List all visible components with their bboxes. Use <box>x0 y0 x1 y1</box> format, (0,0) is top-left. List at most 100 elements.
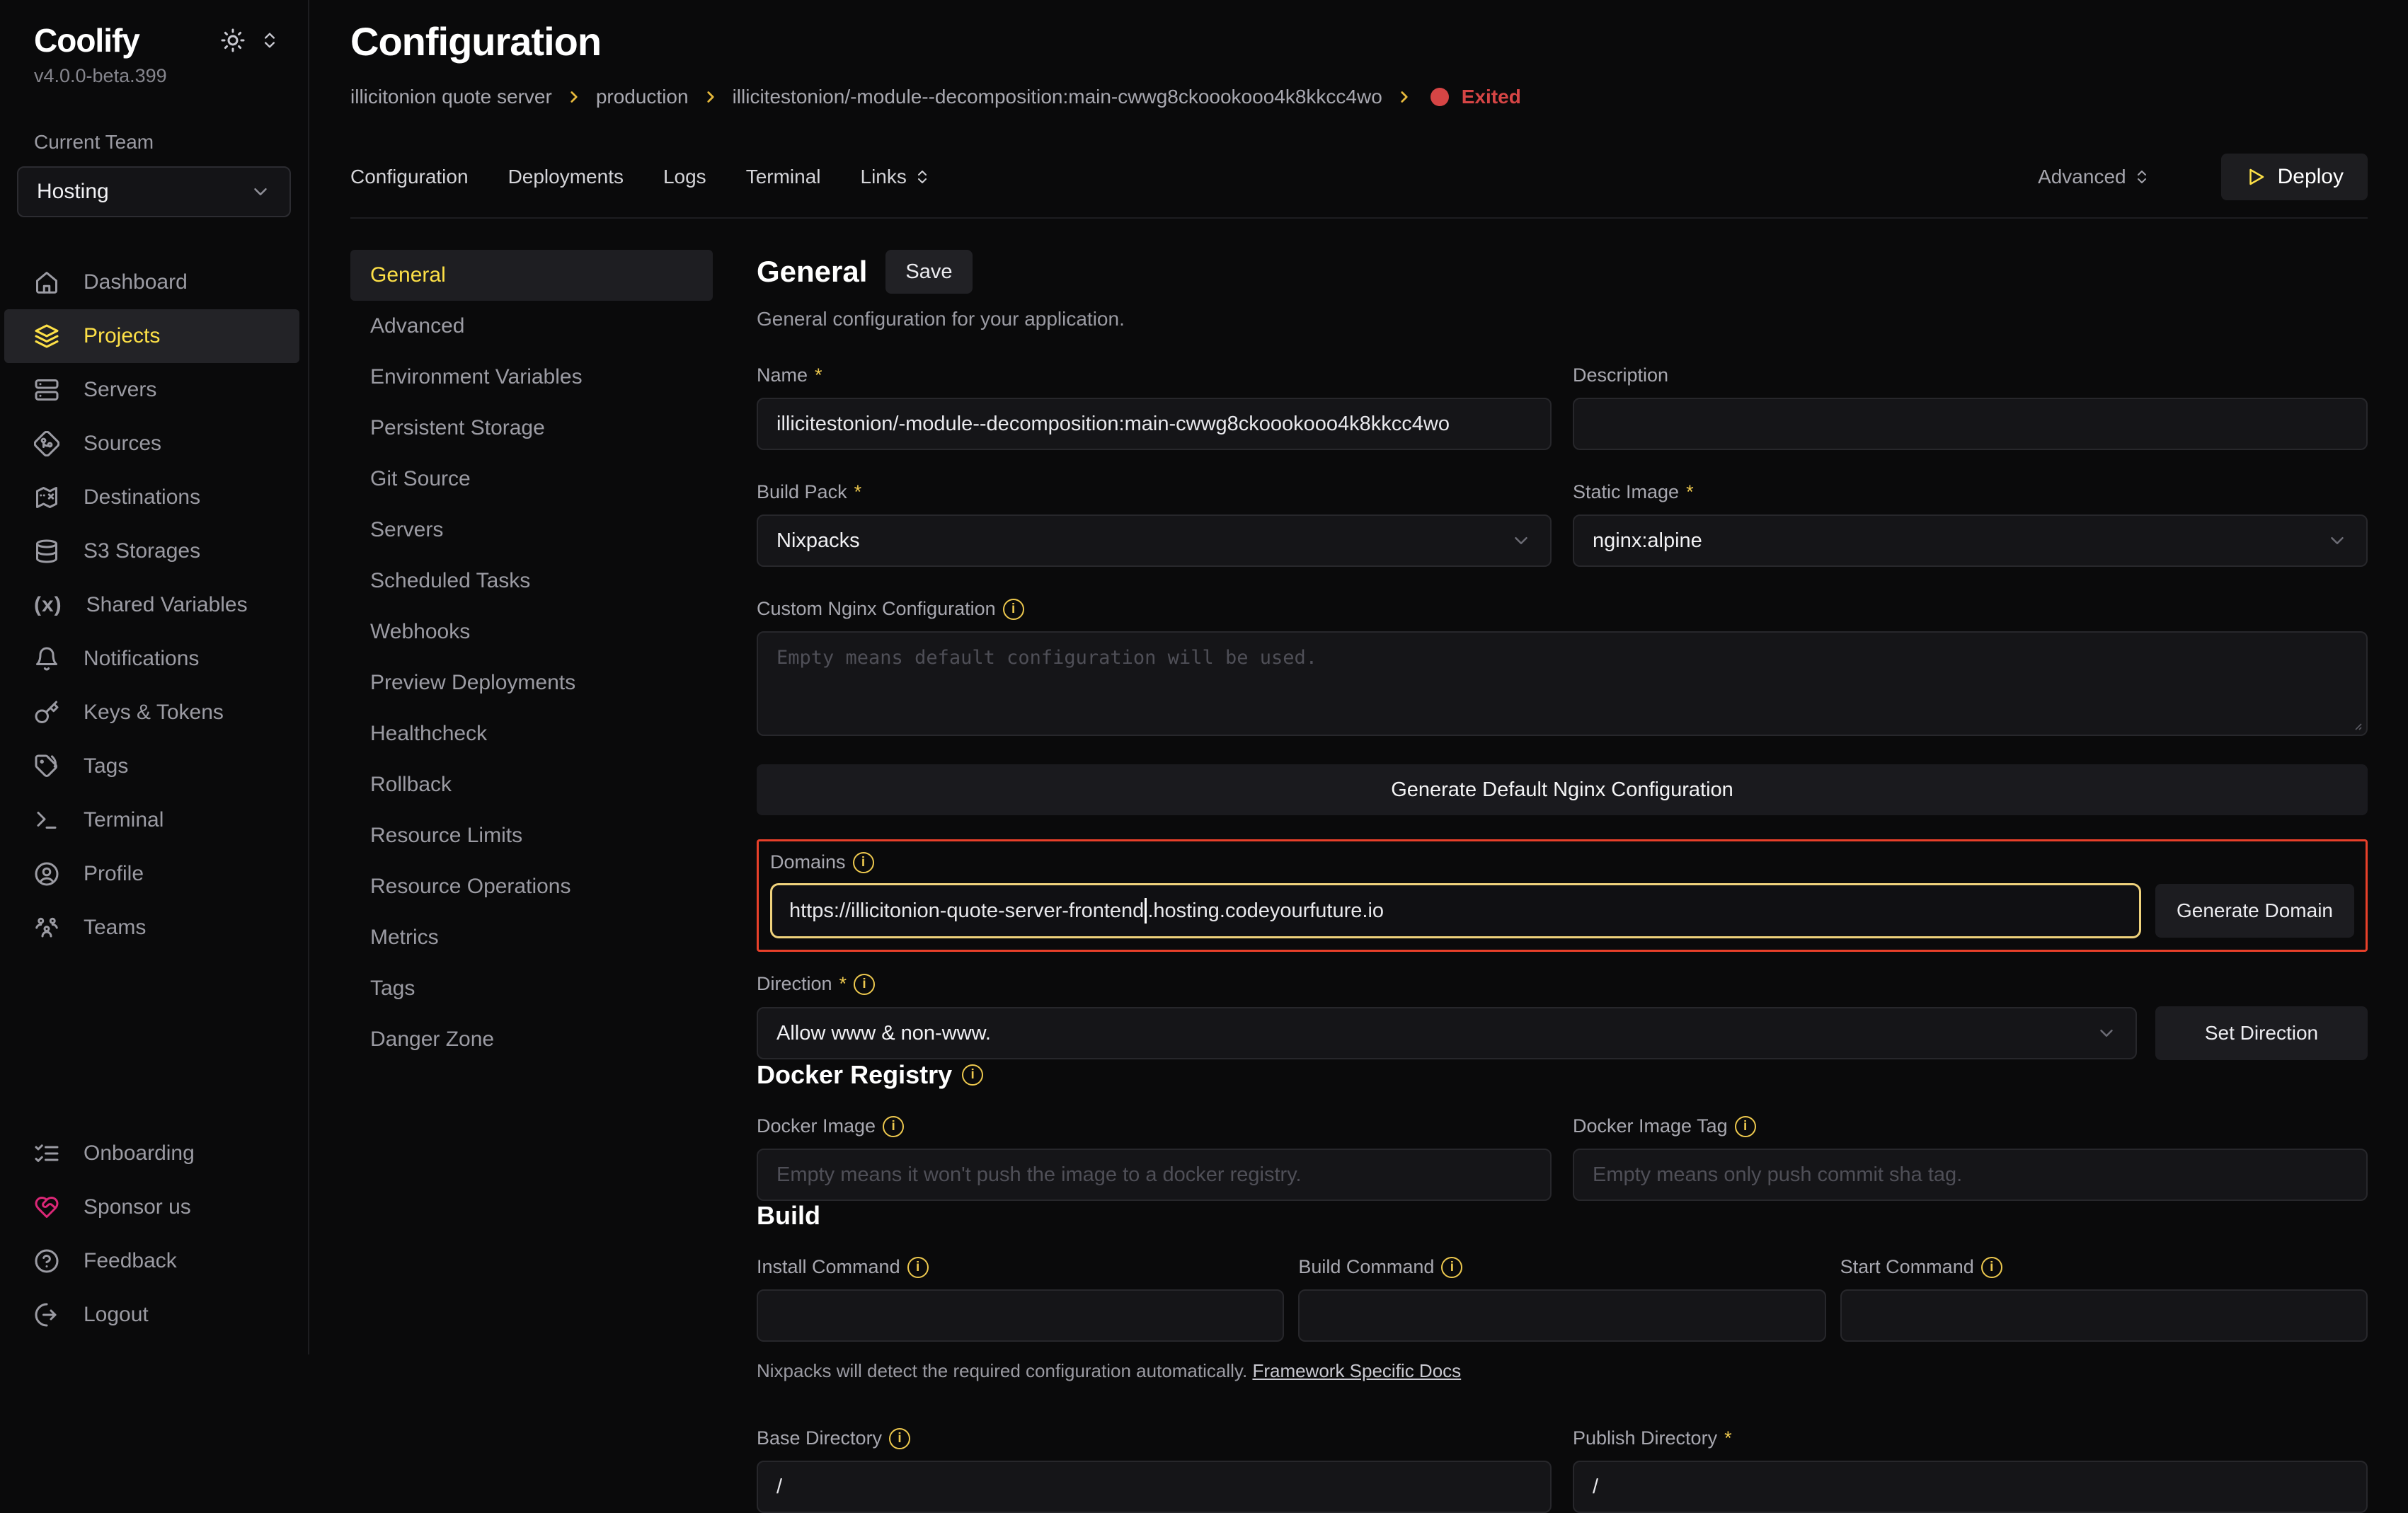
parentheses-x-icon: (x) <box>34 593 62 617</box>
sidebar-item-dashboard[interactable]: Dashboard <box>0 255 308 309</box>
user-circle-icon <box>34 861 59 887</box>
sidebar-item-destinations[interactable]: Destinations <box>0 471 308 524</box>
build-pack-select[interactable]: Nixpacks <box>757 514 1552 567</box>
subnav-webhooks[interactable]: Webhooks <box>350 606 713 657</box>
subnav-environment-variables[interactable]: Environment Variables <box>350 352 713 403</box>
section-subtitle: General configuration for your applicati… <box>757 308 2368 330</box>
tab-terminal[interactable]: Terminal <box>746 166 821 188</box>
subnav-servers[interactable]: Servers <box>350 505 713 556</box>
info-icon[interactable]: i <box>889 1428 910 1449</box>
info-icon[interactable]: i <box>853 852 874 873</box>
tab-configuration[interactable]: Configuration <box>350 166 469 188</box>
terminal-icon <box>34 807 59 833</box>
sidebar-item-shared-variables[interactable]: (x) Shared Variables <box>0 578 308 632</box>
subnav-resource-limits[interactable]: Resource Limits <box>350 810 713 861</box>
main-content: Configuration illicitonion quote server … <box>309 0 2408 1354</box>
subnav-git-source[interactable]: Git Source <box>350 454 713 505</box>
sidebar-item-notifications[interactable]: Notifications <box>0 632 308 686</box>
subnav-persistent-storage[interactable]: Persistent Storage <box>350 403 713 454</box>
text-caret <box>1145 898 1147 924</box>
sidebar-item-onboarding[interactable]: Onboarding <box>0 1127 308 1180</box>
chevron-right-icon <box>1395 88 1414 106</box>
breadcrumb-application[interactable]: illicitestonion/-module--decomposition:m… <box>733 86 1382 108</box>
docker-image-tag-input[interactable] <box>1573 1149 2368 1201</box>
info-icon[interactable]: i <box>883 1116 904 1137</box>
subnav-tags[interactable]: Tags <box>350 963 713 1014</box>
sidebar: Coolify v4.0.0-beta.399 Current Team Hos… <box>0 0 309 1354</box>
resize-handle-icon[interactable] <box>2351 719 2362 730</box>
subnav-healthcheck[interactable]: Healthcheck <box>350 708 713 759</box>
subnav-metrics[interactable]: Metrics <box>350 912 713 963</box>
sidebar-item-label: Sponsor us <box>84 1195 191 1219</box>
name-input[interactable] <box>757 398 1552 450</box>
generate-nginx-button[interactable]: Generate Default Nginx Configuration <box>757 764 2368 815</box>
theme-toggle-button[interactable] <box>220 28 246 53</box>
save-button[interactable]: Save <box>885 250 972 294</box>
info-icon[interactable]: i <box>907 1257 929 1278</box>
deploy-button[interactable]: Deploy <box>2221 154 2368 200</box>
info-icon[interactable]: i <box>1981 1257 2002 1278</box>
tab-links[interactable]: Links <box>861 166 931 188</box>
description-input[interactable] <box>1573 398 2368 450</box>
current-team-label: Current Team <box>34 131 308 154</box>
sidebar-item-label: Projects <box>84 324 160 348</box>
sidebar-item-tags[interactable]: Tags <box>0 740 308 793</box>
install-command-input[interactable] <box>757 1289 1284 1342</box>
subnav-rollback[interactable]: Rollback <box>350 759 713 810</box>
sidebar-item-logout[interactable]: Logout <box>0 1288 308 1342</box>
sidebar-item-sponsor-us[interactable]: Sponsor us <box>0 1180 308 1234</box>
team-select[interactable]: Hosting <box>17 166 291 217</box>
server-icon <box>34 377 59 403</box>
sidebar-item-label: Notifications <box>84 647 199 671</box>
subnav-advanced[interactable]: Advanced <box>350 301 713 352</box>
chevron-down-icon <box>1510 530 1532 551</box>
framework-docs-link[interactable]: Framework Specific Docs <box>1252 1360 1461 1381</box>
subnav-preview-deployments[interactable]: Preview Deployments <box>350 657 713 708</box>
sidebar-item-servers[interactable]: Servers <box>0 363 308 417</box>
sidebar-item-teams[interactable]: Teams <box>0 901 308 955</box>
subnav-scheduled-tasks[interactable]: Scheduled Tasks <box>350 556 713 606</box>
sidebar-item-projects[interactable]: Projects <box>4 309 299 363</box>
set-direction-button[interactable]: Set Direction <box>2155 1006 2368 1060</box>
custom-nginx-textarea[interactable] <box>757 631 2368 736</box>
theme-select-button[interactable] <box>260 30 280 50</box>
sidebar-item-terminal[interactable]: Terminal <box>0 793 308 847</box>
breadcrumb-project[interactable]: illicitonion quote server <box>350 86 552 108</box>
static-image-select[interactable]: nginx:alpine <box>1573 514 2368 567</box>
base-directory-input[interactable] <box>757 1461 1552 1513</box>
domains-input[interactable]: https://illicitonion-quote-server-fronte… <box>770 883 2141 938</box>
subnav-resource-operations[interactable]: Resource Operations <box>350 861 713 912</box>
logo-row: Coolify <box>0 0 308 59</box>
info-icon[interactable]: i <box>1441 1257 1462 1278</box>
build-heading: Build <box>757 1201 2368 1231</box>
users-icon <box>34 915 59 940</box>
tab-deployments[interactable]: Deployments <box>508 166 624 188</box>
advanced-dropdown[interactable]: Advanced <box>2038 166 2150 188</box>
breadcrumb-environment[interactable]: production <box>596 86 689 108</box>
nixpacks-note: Nixpacks will detect the required config… <box>757 1360 2368 1382</box>
generate-domain-button[interactable]: Generate Domain <box>2155 884 2354 938</box>
publish-directory-input[interactable] <box>1573 1461 2368 1513</box>
sidebar-item-profile[interactable]: Profile <box>0 847 308 901</box>
info-icon[interactable]: i <box>962 1064 983 1086</box>
start-command-input[interactable] <box>1840 1289 2368 1342</box>
build-command-label: Build Command <box>1298 1256 1434 1278</box>
general-form: General Save General configuration for y… <box>757 250 2368 1513</box>
sidebar-item-sources[interactable]: Sources <box>0 417 308 471</box>
subnav-danger-zone[interactable]: Danger Zone <box>350 1014 713 1065</box>
info-icon[interactable]: i <box>1003 599 1024 620</box>
direction-select[interactable]: Allow www & non-www. <box>757 1007 2137 1059</box>
tab-logs[interactable]: Logs <box>663 166 706 188</box>
chevron-right-icon <box>565 88 583 106</box>
git-branch-icon <box>34 431 59 456</box>
docker-image-input[interactable] <box>757 1149 1552 1201</box>
info-icon[interactable]: i <box>1735 1116 1756 1137</box>
info-icon[interactable]: i <box>854 974 875 995</box>
sidebar-item-feedback[interactable]: Feedback <box>0 1234 308 1288</box>
sidebar-item-s3-storages[interactable]: S3 Storages <box>0 524 308 578</box>
sun-icon <box>220 28 246 53</box>
subnav-general[interactable]: General <box>350 250 713 301</box>
sidebar-item-keys-tokens[interactable]: Keys & Tokens <box>0 686 308 740</box>
build-command-input[interactable] <box>1298 1289 1825 1342</box>
chevrons-up-down-icon <box>2133 168 2150 185</box>
